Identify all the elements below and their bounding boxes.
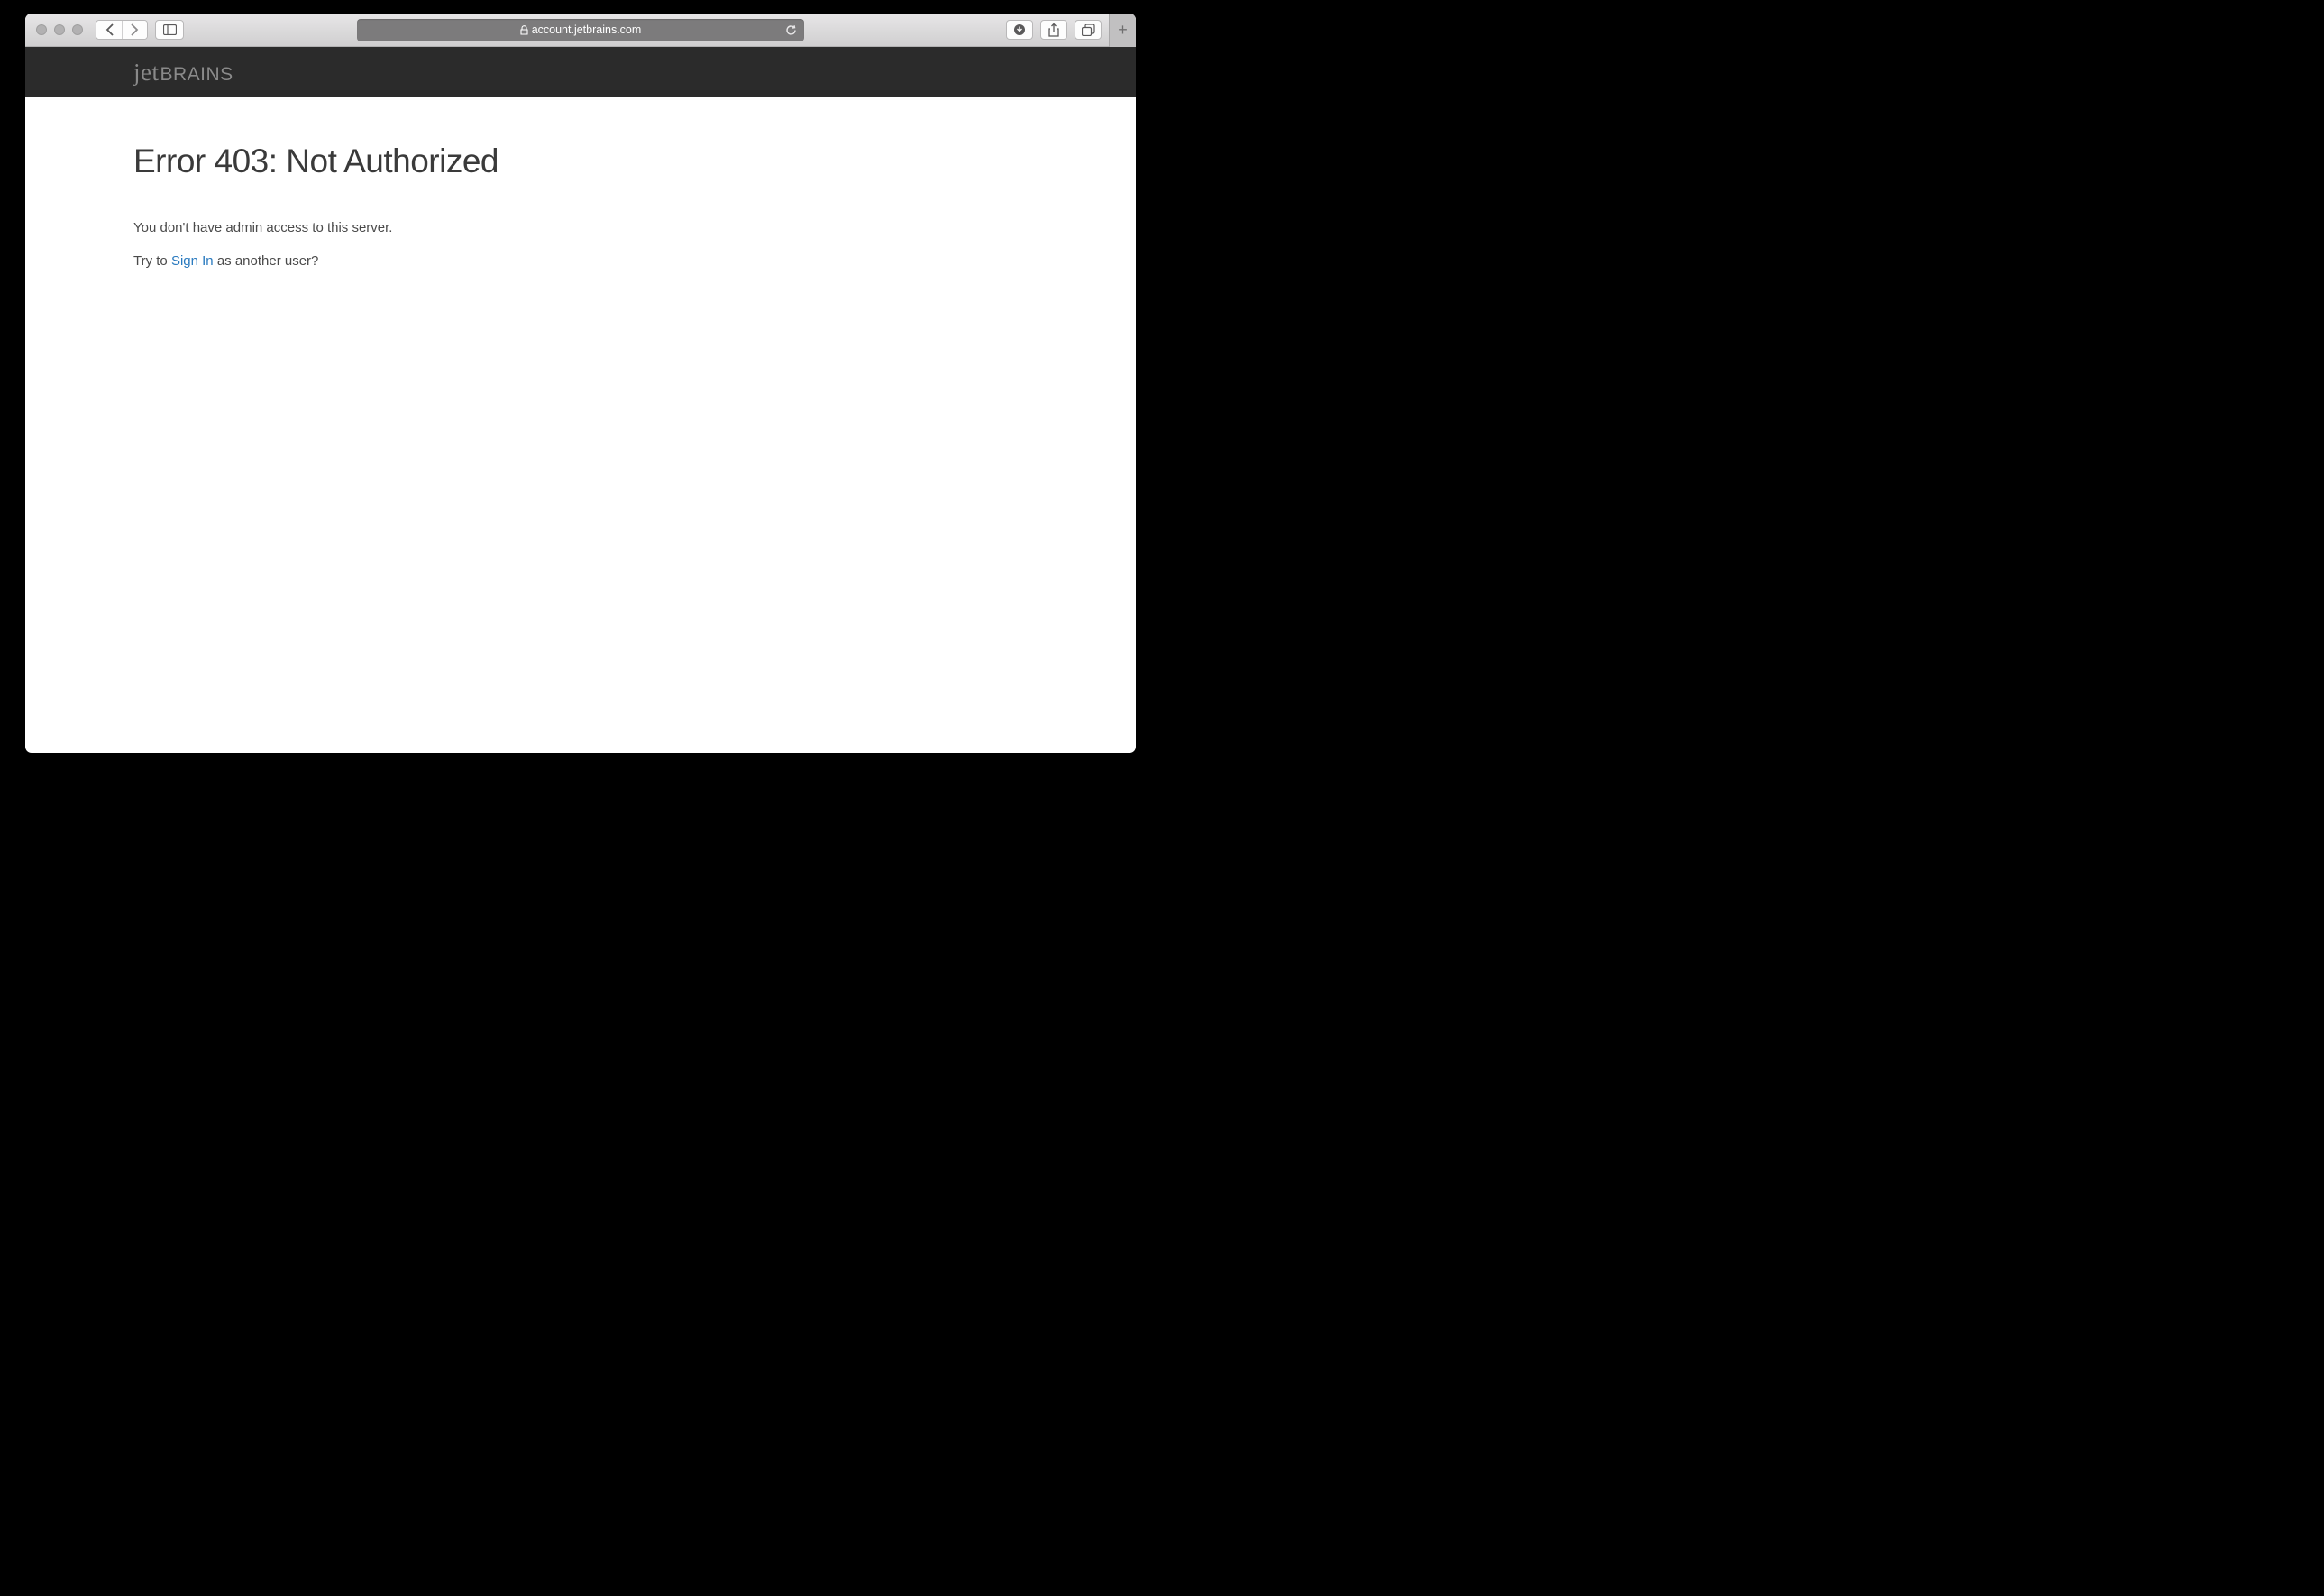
share-button[interactable] (1040, 20, 1067, 40)
jetbrains-logo[interactable]: jetBRAINS (133, 59, 233, 87)
tabs-button[interactable] (1075, 20, 1102, 40)
sidebar-toggle-button[interactable] (155, 20, 184, 40)
lock-icon (520, 25, 528, 35)
plus-icon: + (1118, 21, 1128, 40)
logo-script-part: jet (133, 59, 160, 87)
chevron-right-icon (131, 23, 139, 36)
page-content: Error 403: Not Authorized You don't have… (25, 97, 1136, 330)
nav-buttons-group (96, 20, 148, 40)
sidebar-icon (163, 24, 177, 35)
signin-prompt: Try to Sign In as another user? (133, 252, 1028, 271)
browser-titlebar: account.jetbrains.com (25, 14, 1136, 47)
address-url: account.jetbrains.com (532, 23, 642, 36)
close-window-button[interactable] (36, 24, 47, 35)
browser-window: account.jetbrains.com (25, 14, 1136, 753)
window-controls (25, 24, 83, 35)
try-prefix-text: Try to (133, 253, 171, 269)
new-tab-button[interactable]: + (1109, 14, 1136, 47)
tabs-icon (1082, 24, 1095, 36)
toolbar-right-group: + (1006, 14, 1136, 46)
zoom-window-button[interactable] (72, 24, 83, 35)
reload-icon (785, 24, 797, 36)
sign-in-link[interactable]: Sign In (171, 253, 214, 269)
back-button[interactable] (96, 21, 122, 39)
downloads-button[interactable] (1006, 20, 1033, 40)
reload-button[interactable] (785, 24, 797, 36)
address-bar[interactable]: account.jetbrains.com (357, 19, 804, 41)
logo-caps-part: BRAINS (160, 64, 233, 86)
error-heading: Error 403: Not Authorized (133, 142, 1028, 180)
download-icon (1013, 23, 1026, 36)
error-message: You don't have admin access to this serv… (133, 218, 1028, 237)
minimize-window-button[interactable] (54, 24, 65, 35)
try-suffix-text: as another user? (214, 253, 319, 269)
share-icon (1048, 23, 1059, 37)
site-header: jetBRAINS (25, 47, 1136, 97)
chevron-left-icon (105, 23, 114, 36)
forward-button[interactable] (122, 21, 147, 39)
